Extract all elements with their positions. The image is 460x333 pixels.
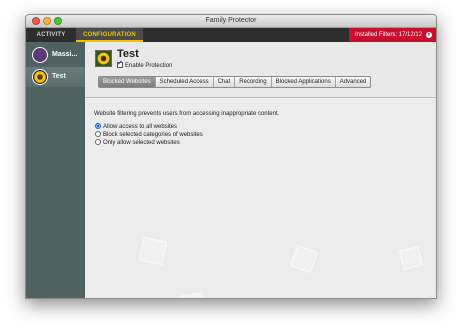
radio-icon[interactable] (95, 139, 101, 145)
tab-blocked-applications[interactable]: Blocked Applications (272, 77, 336, 87)
blocked-websites-panel: Website filtering prevents users from ac… (85, 98, 436, 298)
main-tab-bar: ACTIVITY CONFIGURATION Installed Filters… (26, 28, 436, 42)
installed-filters-badge[interactable]: Installed Filters: 17/12/12 × (349, 28, 436, 42)
avatar-icon (32, 69, 48, 85)
sidebar-user-name: Massi... (52, 51, 78, 58)
sidebar-user-name: Test (52, 73, 66, 80)
option-allow-selected[interactable]: Only allow selected websites (95, 139, 180, 146)
enable-protection-checkbox[interactable]: Enable Protection (117, 59, 173, 69)
decorative-cube (138, 236, 168, 266)
filter-description: Website filtering prevents users from ac… (94, 111, 280, 117)
tab-blocked-websites[interactable]: Blocked Websites (99, 77, 156, 87)
option-block-categories[interactable]: Block selected categories of websites (95, 131, 203, 138)
decorative-cube (180, 292, 206, 298)
user-sidebar: Massi... Test (26, 42, 85, 298)
app-window: Family Protector ACTIVITY CONFIGURATION … (25, 14, 437, 299)
profile-avatar-icon (95, 50, 112, 67)
radio-icon[interactable] (95, 131, 101, 137)
window-title: Family Protector (205, 17, 257, 24)
radio-selected-icon[interactable] (95, 123, 101, 129)
sidebar-user-massi[interactable]: Massi... (26, 45, 85, 65)
title-bar: Family Protector (26, 15, 436, 28)
close-icon[interactable]: × (426, 32, 432, 38)
enable-protection-label: Enable Protection (125, 63, 173, 69)
checkbox-icon[interactable] (117, 59, 123, 68)
tab-scheduled-access[interactable]: Scheduled Access (156, 77, 214, 87)
tab-activity[interactable]: ACTIVITY (26, 28, 76, 42)
decorative-cube (398, 245, 424, 271)
sidebar-user-test[interactable]: Test (26, 67, 85, 87)
installed-filters-label: Installed Filters: 17/12/12 (355, 32, 423, 38)
main-content: Test Enable Protection Blocked Websites … (85, 42, 436, 298)
avatar-icon (32, 47, 48, 63)
option-label: Allow access to all websites (103, 124, 178, 130)
tab-advanced[interactable]: Advanced (336, 77, 371, 87)
option-label: Block selected categories of websites (103, 132, 203, 138)
settings-segmented-control: Blocked Websites Scheduled Access Chat R… (98, 76, 372, 88)
decorative-cube (289, 244, 319, 274)
tab-chat[interactable]: Chat (214, 77, 236, 87)
tab-recording[interactable]: Recording (235, 77, 272, 87)
option-label: Only allow selected websites (103, 140, 180, 146)
option-allow-all[interactable]: Allow access to all websites (95, 123, 177, 130)
tab-configuration[interactable]: CONFIGURATION (76, 28, 143, 42)
